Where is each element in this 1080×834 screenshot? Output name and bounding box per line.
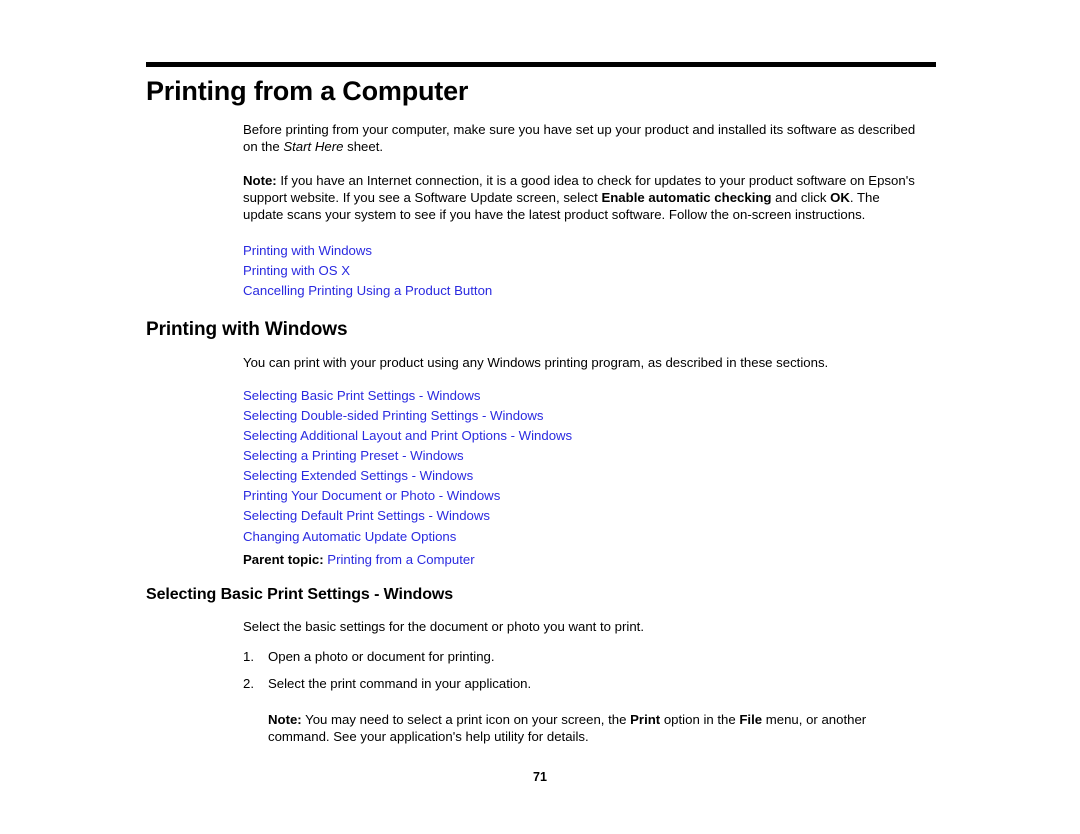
intro-paragraph: Before printing from your computer, make… [243, 122, 919, 155]
step-item: 2. Select the print command in your appl… [243, 676, 919, 693]
note-label: Note: [243, 173, 277, 189]
link-selecting-additional-layout-and-print-options-windows[interactable]: Selecting Additional Layout and Print Op… [243, 426, 919, 446]
note-bold-ok: OK [830, 189, 850, 205]
link-selecting-default-print-settings-windows[interactable]: Selecting Default Print Settings - Windo… [243, 506, 919, 526]
step-number: 1. [243, 649, 254, 665]
page-number: 71 [533, 770, 547, 784]
link-selecting-basic-print-settings-windows[interactable]: Selecting Basic Print Settings - Windows [243, 386, 919, 406]
page-title: Printing from a Computer [146, 76, 469, 106]
link-selecting-a-printing-preset-windows[interactable]: Selecting a Printing Preset - Windows [243, 446, 919, 466]
note-text-2: and click [771, 189, 831, 205]
step-number: 2. [243, 675, 254, 691]
top-link-list: Printing with Windows Printing with OS X… [243, 241, 919, 301]
windows-link-list: Selecting Basic Print Settings - Windows… [243, 386, 919, 547]
link-cancelling-printing-using-a-product-button[interactable]: Cancelling Printing Using a Product Butt… [243, 281, 919, 301]
title-divider-rule [146, 62, 936, 67]
parent-topic: Parent topic: Printing from a Computer [243, 552, 919, 569]
intro-text-italic: Start Here [283, 138, 344, 154]
step-text: Open a photo or document for printing. [268, 649, 495, 665]
note-bold-file: File [739, 712, 763, 728]
link-printing-with-os-x[interactable]: Printing with OS X [243, 261, 919, 281]
step-item: 1. Open a photo or document for printing… [243, 649, 919, 666]
print-command-note: Note: You may need to select a print ico… [268, 712, 919, 745]
section-title-printing-with-windows: Printing with Windows [146, 319, 348, 341]
basic-settings-block: Select the basic settings for the docume… [243, 619, 919, 746]
basic-settings-steps: 1. Open a photo or document for printing… [243, 649, 919, 692]
intro-text-end: sheet. [343, 138, 384, 154]
link-printing-your-document-or-photo-windows[interactable]: Printing Your Document or Photo - Window… [243, 486, 919, 506]
note-bold-enable-automatic-checking: Enable automatic checking [601, 189, 772, 205]
note-label: Note: [268, 712, 302, 728]
link-selecting-double-sided-printing-settings-windows[interactable]: Selecting Double-sided Printing Settings… [243, 406, 919, 426]
link-selecting-extended-settings-windows[interactable]: Selecting Extended Settings - Windows [243, 466, 919, 486]
step-text: Select the print command in your applica… [268, 675, 532, 691]
basic-settings-intro: Select the basic settings for the docume… [243, 618, 644, 634]
windows-section-block: You can print with your product using an… [243, 355, 919, 568]
note-text-2: option in the [660, 712, 740, 728]
note-text-1: You may need to select a print icon on y… [301, 712, 631, 728]
document-page: Printing from a Computer Before printing… [0, 0, 1080, 834]
update-note: Note: If you have an Internet connection… [243, 173, 919, 223]
page-content: Printing from a Computer Before printing… [146, 0, 936, 746]
parent-topic-label: Parent topic: [243, 551, 324, 567]
parent-topic-link[interactable]: Printing from a Computer [327, 552, 474, 567]
subsection-title-selecting-basic-print-settings: Selecting Basic Print Settings - Windows [146, 586, 454, 604]
note-bold-print: Print [630, 712, 661, 728]
windows-section-intro: You can print with your product using an… [243, 355, 829, 371]
intro-block: Before printing from your computer, make… [243, 122, 919, 301]
link-printing-with-windows[interactable]: Printing with Windows [243, 241, 919, 261]
link-changing-automatic-update-options[interactable]: Changing Automatic Update Options [243, 527, 919, 547]
